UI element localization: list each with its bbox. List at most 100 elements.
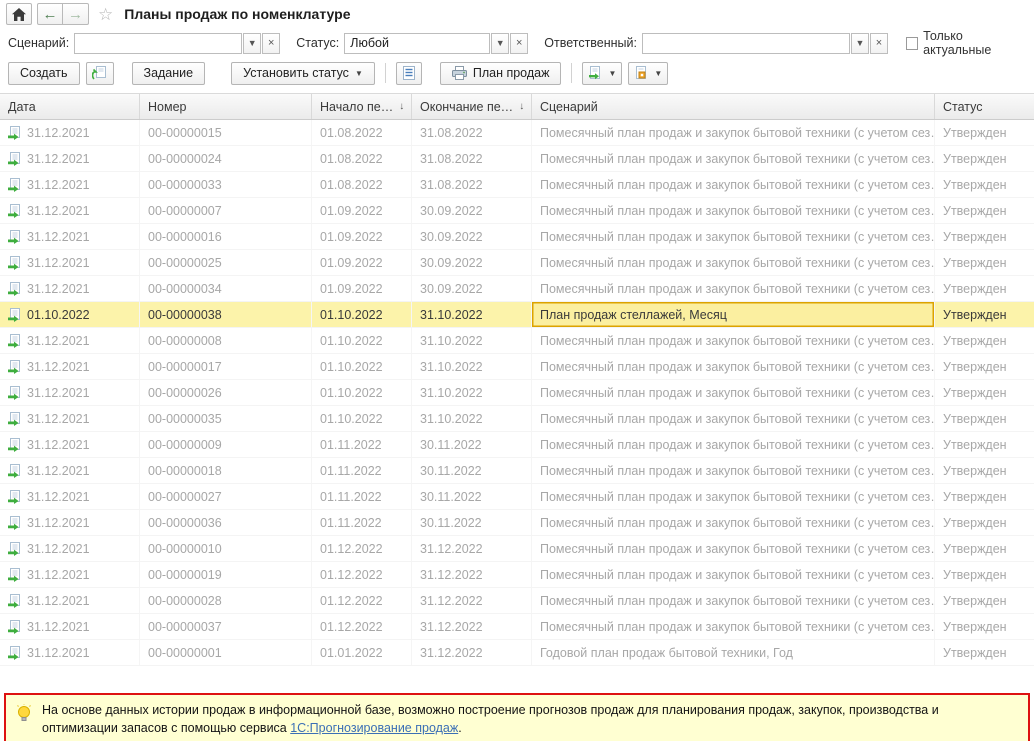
cell-period-start: 01.12.2022 bbox=[312, 588, 412, 613]
status-filter-input[interactable] bbox=[344, 32, 491, 54]
table-row[interactable]: 31.12.2021 00-00000028 01.12.2022 31.12.… bbox=[0, 588, 1034, 614]
cell-period-end: 31.08.2022 bbox=[412, 172, 532, 197]
forecasting-service-link[interactable]: 1С:Прогнозирование продаж bbox=[290, 721, 458, 735]
table-row[interactable]: 31.12.2021 00-00000015 01.08.2022 31.08.… bbox=[0, 120, 1034, 146]
date-value: 31.12.2021 bbox=[27, 515, 90, 530]
date-value: 31.12.2021 bbox=[27, 203, 90, 218]
only-actual-checkbox[interactable]: Только актуальные bbox=[906, 29, 1026, 57]
back-button[interactable]: ← bbox=[37, 3, 63, 25]
table-row[interactable]: 31.12.2021 00-00000025 01.09.2022 30.09.… bbox=[0, 250, 1034, 276]
export-file-icon bbox=[589, 66, 601, 80]
set-status-button[interactable]: Установить статус ▼ bbox=[231, 61, 375, 85]
cell-number: 00-00000035 bbox=[140, 406, 312, 431]
cell-number: 00-00000018 bbox=[140, 458, 312, 483]
table-row[interactable]: 31.12.2021 00-00000034 01.09.2022 30.09.… bbox=[0, 276, 1034, 302]
table-row[interactable]: 31.12.2021 00-00000007 01.09.2022 30.09.… bbox=[0, 198, 1034, 224]
cell-status: Утвержден bbox=[943, 281, 1007, 296]
info-banner: На основе данных истории продаж в информ… bbox=[4, 693, 1030, 741]
document-posted-icon bbox=[8, 463, 21, 478]
cell-number: 00-00000033 bbox=[140, 172, 312, 197]
cell-period-start: 01.11.2022 bbox=[312, 458, 412, 483]
cell-scenario: Помесячный план продаж и закупок бытовой… bbox=[532, 172, 935, 197]
scenario-filter-combo: ▼ × bbox=[74, 32, 281, 54]
table-row[interactable]: 31.12.2021 00-00000016 01.09.2022 30.09.… bbox=[0, 224, 1034, 250]
create-copy-button[interactable] bbox=[85, 61, 114, 85]
chevron-down-icon: ▼ bbox=[247, 38, 257, 48]
table-row[interactable]: 31.12.2021 00-00000024 01.08.2022 31.08.… bbox=[0, 146, 1034, 172]
table-row[interactable]: 31.12.2021 00-00000017 01.10.2022 31.10.… bbox=[0, 354, 1034, 380]
table-row[interactable]: 31.12.2021 00-00000010 01.12.2022 31.12.… bbox=[0, 536, 1034, 562]
create-button-label: Создать bbox=[20, 66, 68, 80]
table-row[interactable]: 31.12.2021 00-00000009 01.11.2022 30.11.… bbox=[0, 432, 1034, 458]
table-row[interactable]: 31.12.2021 00-00000018 01.11.2022 30.11.… bbox=[0, 458, 1034, 484]
table-row[interactable]: 31.12.2021 00-00000019 01.12.2022 31.12.… bbox=[0, 562, 1034, 588]
cell-number: 00-00000007 bbox=[140, 198, 312, 223]
cell-date: 31.12.2021 bbox=[0, 120, 140, 145]
cell-scenario: Помесячный план продаж и закупок бытовой… bbox=[532, 614, 935, 639]
cell-period-start: 01.08.2022 bbox=[312, 172, 412, 197]
only-actual-label: Только актуальные bbox=[923, 29, 992, 57]
column-header-start[interactable]: Начало пе… ↓ bbox=[312, 94, 412, 119]
document-posted-icon bbox=[8, 281, 21, 296]
status-clear-button[interactable]: × bbox=[510, 32, 529, 54]
cell-period-end: 31.10.2022 bbox=[412, 406, 532, 431]
cell-status: Утвержден bbox=[943, 463, 1007, 478]
scenario-clear-button[interactable]: × bbox=[262, 32, 281, 54]
table-row[interactable]: 31.12.2021 00-00000036 01.11.2022 30.11.… bbox=[0, 510, 1034, 536]
sales-plan-print-button[interactable]: План продаж bbox=[439, 61, 562, 85]
cell-period-start: 01.10.2022 bbox=[312, 380, 412, 405]
responsible-filter-input[interactable] bbox=[642, 32, 850, 54]
report-button[interactable] bbox=[395, 61, 422, 85]
home-button[interactable] bbox=[6, 3, 32, 25]
table-row[interactable]: 01.10.2022 00-00000038 01.10.2022 31.10.… bbox=[0, 302, 1034, 328]
scenario-dropdown-button[interactable]: ▼ bbox=[243, 32, 262, 54]
task-button[interactable]: Задание bbox=[131, 61, 206, 85]
print-icon bbox=[451, 66, 467, 80]
lightbulb-icon bbox=[16, 703, 32, 729]
date-value: 31.12.2021 bbox=[27, 385, 90, 400]
document-posted-icon bbox=[8, 333, 21, 348]
responsible-dropdown-button[interactable]: ▼ bbox=[851, 32, 869, 54]
cell-scenario: Помесячный план продаж и закупок бытовой… bbox=[532, 588, 935, 613]
cell-number: 00-00000028 bbox=[140, 588, 312, 613]
status-filter-combo: ▼ × bbox=[344, 32, 529, 54]
create-button[interactable]: Создать bbox=[8, 61, 80, 85]
document-posted-icon bbox=[8, 489, 21, 504]
clear-icon: × bbox=[516, 37, 523, 49]
column-header-date[interactable]: Дата bbox=[0, 94, 140, 119]
column-header-status[interactable]: Статус bbox=[935, 94, 1034, 119]
table-row[interactable]: 31.12.2021 00-00000037 01.12.2022 31.12.… bbox=[0, 614, 1034, 640]
cell-period-start: 01.11.2022 bbox=[312, 432, 412, 457]
document-posted-icon bbox=[8, 411, 21, 426]
cell-period-start: 01.10.2022 bbox=[312, 406, 412, 431]
cell-period-end: 30.11.2022 bbox=[412, 432, 532, 457]
cell-period-start: 01.09.2022 bbox=[312, 276, 412, 301]
top-navigation-bar: ← → ☆ Планы продаж по номенклатуре bbox=[0, 0, 1034, 28]
table-row[interactable]: 31.12.2021 00-00000027 01.11.2022 30.11.… bbox=[0, 484, 1034, 510]
home-icon bbox=[12, 7, 26, 21]
responsible-clear-button[interactable]: × bbox=[870, 32, 888, 54]
favorite-star-icon[interactable]: ☆ bbox=[98, 6, 113, 23]
column-header-scenario[interactable]: Сценарий bbox=[532, 94, 935, 119]
cell-period-end: 31.12.2022 bbox=[412, 640, 532, 665]
cell-period-end: 31.10.2022 bbox=[412, 302, 532, 327]
task-button-label: Задание bbox=[143, 66, 194, 80]
scenario-filter-label: Сценарий: bbox=[8, 36, 70, 50]
forward-button[interactable]: → bbox=[63, 3, 89, 25]
column-label: Сценарий bbox=[540, 99, 598, 114]
column-header-number[interactable]: Номер bbox=[140, 94, 312, 119]
table-row[interactable]: 31.12.2021 00-00000035 01.10.2022 31.10.… bbox=[0, 406, 1034, 432]
table-row[interactable]: 31.12.2021 00-00000033 01.08.2022 31.08.… bbox=[0, 172, 1034, 198]
scenario-filter-input[interactable] bbox=[74, 32, 243, 54]
table-row[interactable]: 31.12.2021 00-00000001 01.01.2022 31.12.… bbox=[0, 640, 1034, 666]
table-row[interactable]: 31.12.2021 00-00000008 01.10.2022 31.10.… bbox=[0, 328, 1034, 354]
cell-period-end: 30.11.2022 bbox=[412, 484, 532, 509]
export-button[interactable]: ▼ bbox=[582, 61, 623, 85]
status-dropdown-button[interactable]: ▼ bbox=[491, 32, 510, 54]
table-row[interactable]: 31.12.2021 00-00000026 01.10.2022 31.10.… bbox=[0, 380, 1034, 406]
more-actions-button[interactable]: ▼ bbox=[628, 61, 669, 85]
column-header-end[interactable]: Окончание пе… ↓ bbox=[412, 94, 532, 119]
cell-number: 00-00000024 bbox=[140, 146, 312, 171]
cell-date: 31.12.2021 bbox=[0, 588, 140, 613]
cell-date: 31.12.2021 bbox=[0, 380, 140, 405]
